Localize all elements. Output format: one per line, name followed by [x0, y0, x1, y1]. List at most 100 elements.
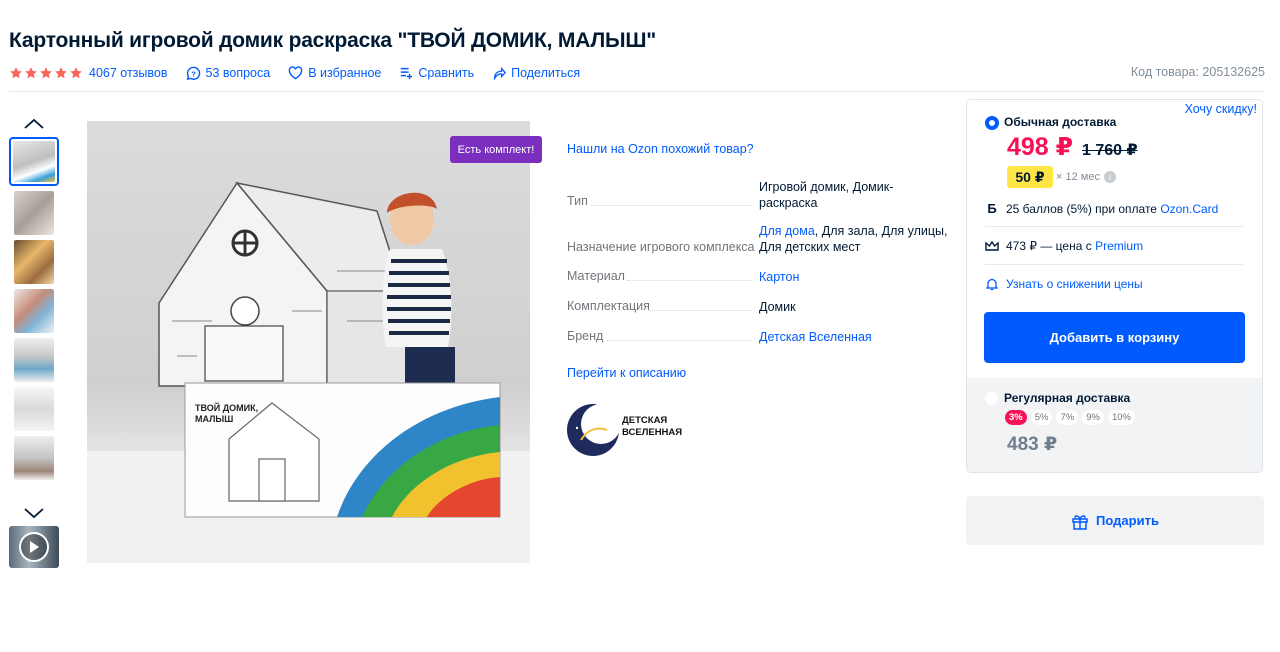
- gift-label: Подарить: [1096, 513, 1159, 528]
- spec-key: Бренд: [567, 329, 604, 343]
- chevron-down-icon: [24, 508, 44, 519]
- reviews-label: 4067 отзывов: [89, 66, 168, 80]
- spec-key: Назначение игрового комплекса: [567, 240, 755, 254]
- discount-percent-options: 3% 5% 7% 9% 10%: [1005, 410, 1135, 425]
- points-line: Б 25 баллов (5%) при оплате Ozon.Card: [985, 201, 1218, 216]
- info-icon[interactable]: i: [1103, 171, 1116, 183]
- share-arrow-icon: [494, 66, 507, 80]
- thumbnail-1[interactable]: [9, 137, 59, 186]
- delivery-radio-selected[interactable]: [985, 116, 999, 130]
- ozon-card-b-icon: Б: [987, 201, 997, 216]
- old-price: 1 760 ₽: [1082, 142, 1138, 159]
- compare-icon: [401, 67, 413, 80]
- notify-label: Узнать о снижении цены: [1006, 277, 1143, 291]
- svg-text:?: ?: [191, 69, 196, 78]
- current-price: 498 ₽: [1007, 133, 1074, 161]
- gift-icon: [1072, 514, 1088, 530]
- percent-option[interactable]: 5%: [1030, 410, 1053, 425]
- regular-delivery-option: Обычная доставка Хочу скидку! 498 ₽ 1 76…: [967, 100, 1262, 378]
- delivery-option-title: Обычная доставка: [1004, 115, 1117, 129]
- thumbnail-4[interactable]: [14, 289, 54, 333]
- percent-option[interactable]: 3%: [1005, 410, 1027, 425]
- spec-value: Домик: [759, 300, 796, 314]
- divider: [985, 226, 1243, 227]
- add-to-cart-button[interactable]: Добавить в корзину: [984, 312, 1245, 363]
- star-icon: [10, 67, 22, 79]
- installment-term-label: × 12 мес: [1056, 171, 1100, 183]
- brand-logo-line2: ВСЕЛЕННАЯ: [622, 427, 683, 438]
- svg-text:МАЛЫШ: МАЛЫШ: [195, 414, 233, 424]
- questions-label: 53 вопроса: [205, 66, 271, 80]
- star-icon: [70, 67, 82, 79]
- product-title: Картонный игровой домик раскраска "ТВОЙ …: [9, 29, 657, 52]
- thumbnail-3[interactable]: [14, 240, 54, 284]
- thumbs-up-button[interactable]: [9, 113, 59, 135]
- premium-text: 473 ₽ — цена с: [1006, 239, 1092, 253]
- favorite-link[interactable]: В избранное: [288, 66, 381, 80]
- want-discount-link[interactable]: Хочу скидку!: [1185, 102, 1257, 116]
- spec-value-link[interactable]: Для дома: [759, 224, 815, 238]
- question-bubble-icon: ?: [186, 66, 200, 80]
- thumbnail-5[interactable]: [14, 338, 54, 382]
- crown-icon: [985, 240, 999, 252]
- price-drop-notify-link[interactable]: Узнать о снижении цены: [985, 277, 1143, 291]
- questions-link[interactable]: ? 53 вопроса: [186, 66, 271, 81]
- spec-leader-dots: [607, 340, 751, 341]
- percent-option[interactable]: 10%: [1107, 410, 1135, 425]
- buy-box: Обычная доставка Хочу скидку! 498 ₽ 1 76…: [966, 99, 1263, 473]
- heart-icon: [288, 66, 303, 80]
- spec-value: Детская Вселенная: [759, 329, 949, 345]
- spec-value: Игровой домик, Домик-раскраска: [759, 180, 894, 210]
- spec-value: Картон: [759, 269, 949, 285]
- premium-link[interactable]: Premium: [1095, 239, 1143, 253]
- spec-leader-dots: [627, 280, 751, 281]
- reviews-link[interactable]: 4067 отзывов: [89, 66, 168, 80]
- rating-stars[interactable]: [9, 66, 83, 80]
- star-icon: [40, 67, 52, 79]
- svg-text:ТВОЙ ДОМИК,: ТВОЙ ДОМИК,: [195, 402, 258, 413]
- go-to-description-link[interactable]: Перейти к описанию: [567, 366, 686, 380]
- play-icon: [19, 532, 49, 562]
- spec-value: Для дома, Для зала, Для улицы, Для детск…: [759, 223, 949, 255]
- thumbnail-7[interactable]: [14, 436, 54, 480]
- spec-value-link[interactable]: Картон: [759, 270, 799, 284]
- divider: [985, 264, 1243, 265]
- spec-leader-dots: [649, 310, 751, 311]
- regular-delivery-price: 483 ₽: [1007, 434, 1058, 455]
- favorite-label: В избранное: [308, 66, 382, 80]
- ozon-card-link[interactable]: Ozon.Card: [1160, 202, 1218, 216]
- video-thumbnail[interactable]: [9, 526, 59, 568]
- main-product-image[interactable]: ТВОЙ ДОМИК, МАЛЫШ: [87, 121, 530, 563]
- percent-option[interactable]: 9%: [1082, 410, 1104, 425]
- compare-link[interactable]: Сравнить: [399, 66, 474, 80]
- spec-key: Комплектация: [567, 299, 650, 313]
- share-link[interactable]: Поделиться: [492, 66, 580, 80]
- thumbs-down-button[interactable]: [9, 502, 59, 524]
- similar-product-link[interactable]: Нашли на Ozon похожий товар?: [567, 142, 754, 156]
- percent-option[interactable]: 7%: [1056, 410, 1079, 425]
- product-photo-illustration: ТВОЙ ДОМИК, МАЛЫШ: [87, 181, 530, 563]
- thumbnail-2[interactable]: [14, 191, 54, 235]
- share-label: Поделиться: [511, 66, 581, 80]
- brand-logo-line1: ДЕТСКАЯ: [622, 415, 668, 426]
- product-meta-row: 4067 отзывов ? 53 вопроса В избранное Ср…: [9, 64, 1265, 82]
- spec-leader-dots: [591, 205, 751, 206]
- regular-delivery-title: Регулярная доставка: [1004, 391, 1131, 405]
- premium-line: 473 ₽ — цена с Premium: [985, 239, 1143, 253]
- regular-delivery-radio[interactable]: [985, 392, 998, 405]
- spec-key: Материал: [567, 269, 625, 283]
- thumbnail-6[interactable]: [14, 387, 54, 431]
- star-icon: [25, 67, 37, 79]
- brand-logo[interactable]: ДЕТСКАЯ ВСЕЛЕННАЯ: [567, 402, 687, 458]
- star-icon: [55, 67, 67, 79]
- spec-value-link[interactable]: Детская Вселенная: [759, 330, 872, 344]
- installment-term: × 12 мес i: [1056, 171, 1116, 183]
- header-divider: [9, 91, 1265, 92]
- thumbnail-strip: [9, 113, 59, 524]
- bell-icon: [985, 278, 999, 291]
- gift-button[interactable]: Подарить: [966, 496, 1264, 545]
- kit-available-badge[interactable]: Есть комплект!: [450, 136, 542, 163]
- compare-label: Сравнить: [418, 66, 475, 80]
- installment-price[interactable]: 50 ₽: [1007, 166, 1053, 188]
- product-sku: Код товара: 205132625: [1130, 65, 1265, 79]
